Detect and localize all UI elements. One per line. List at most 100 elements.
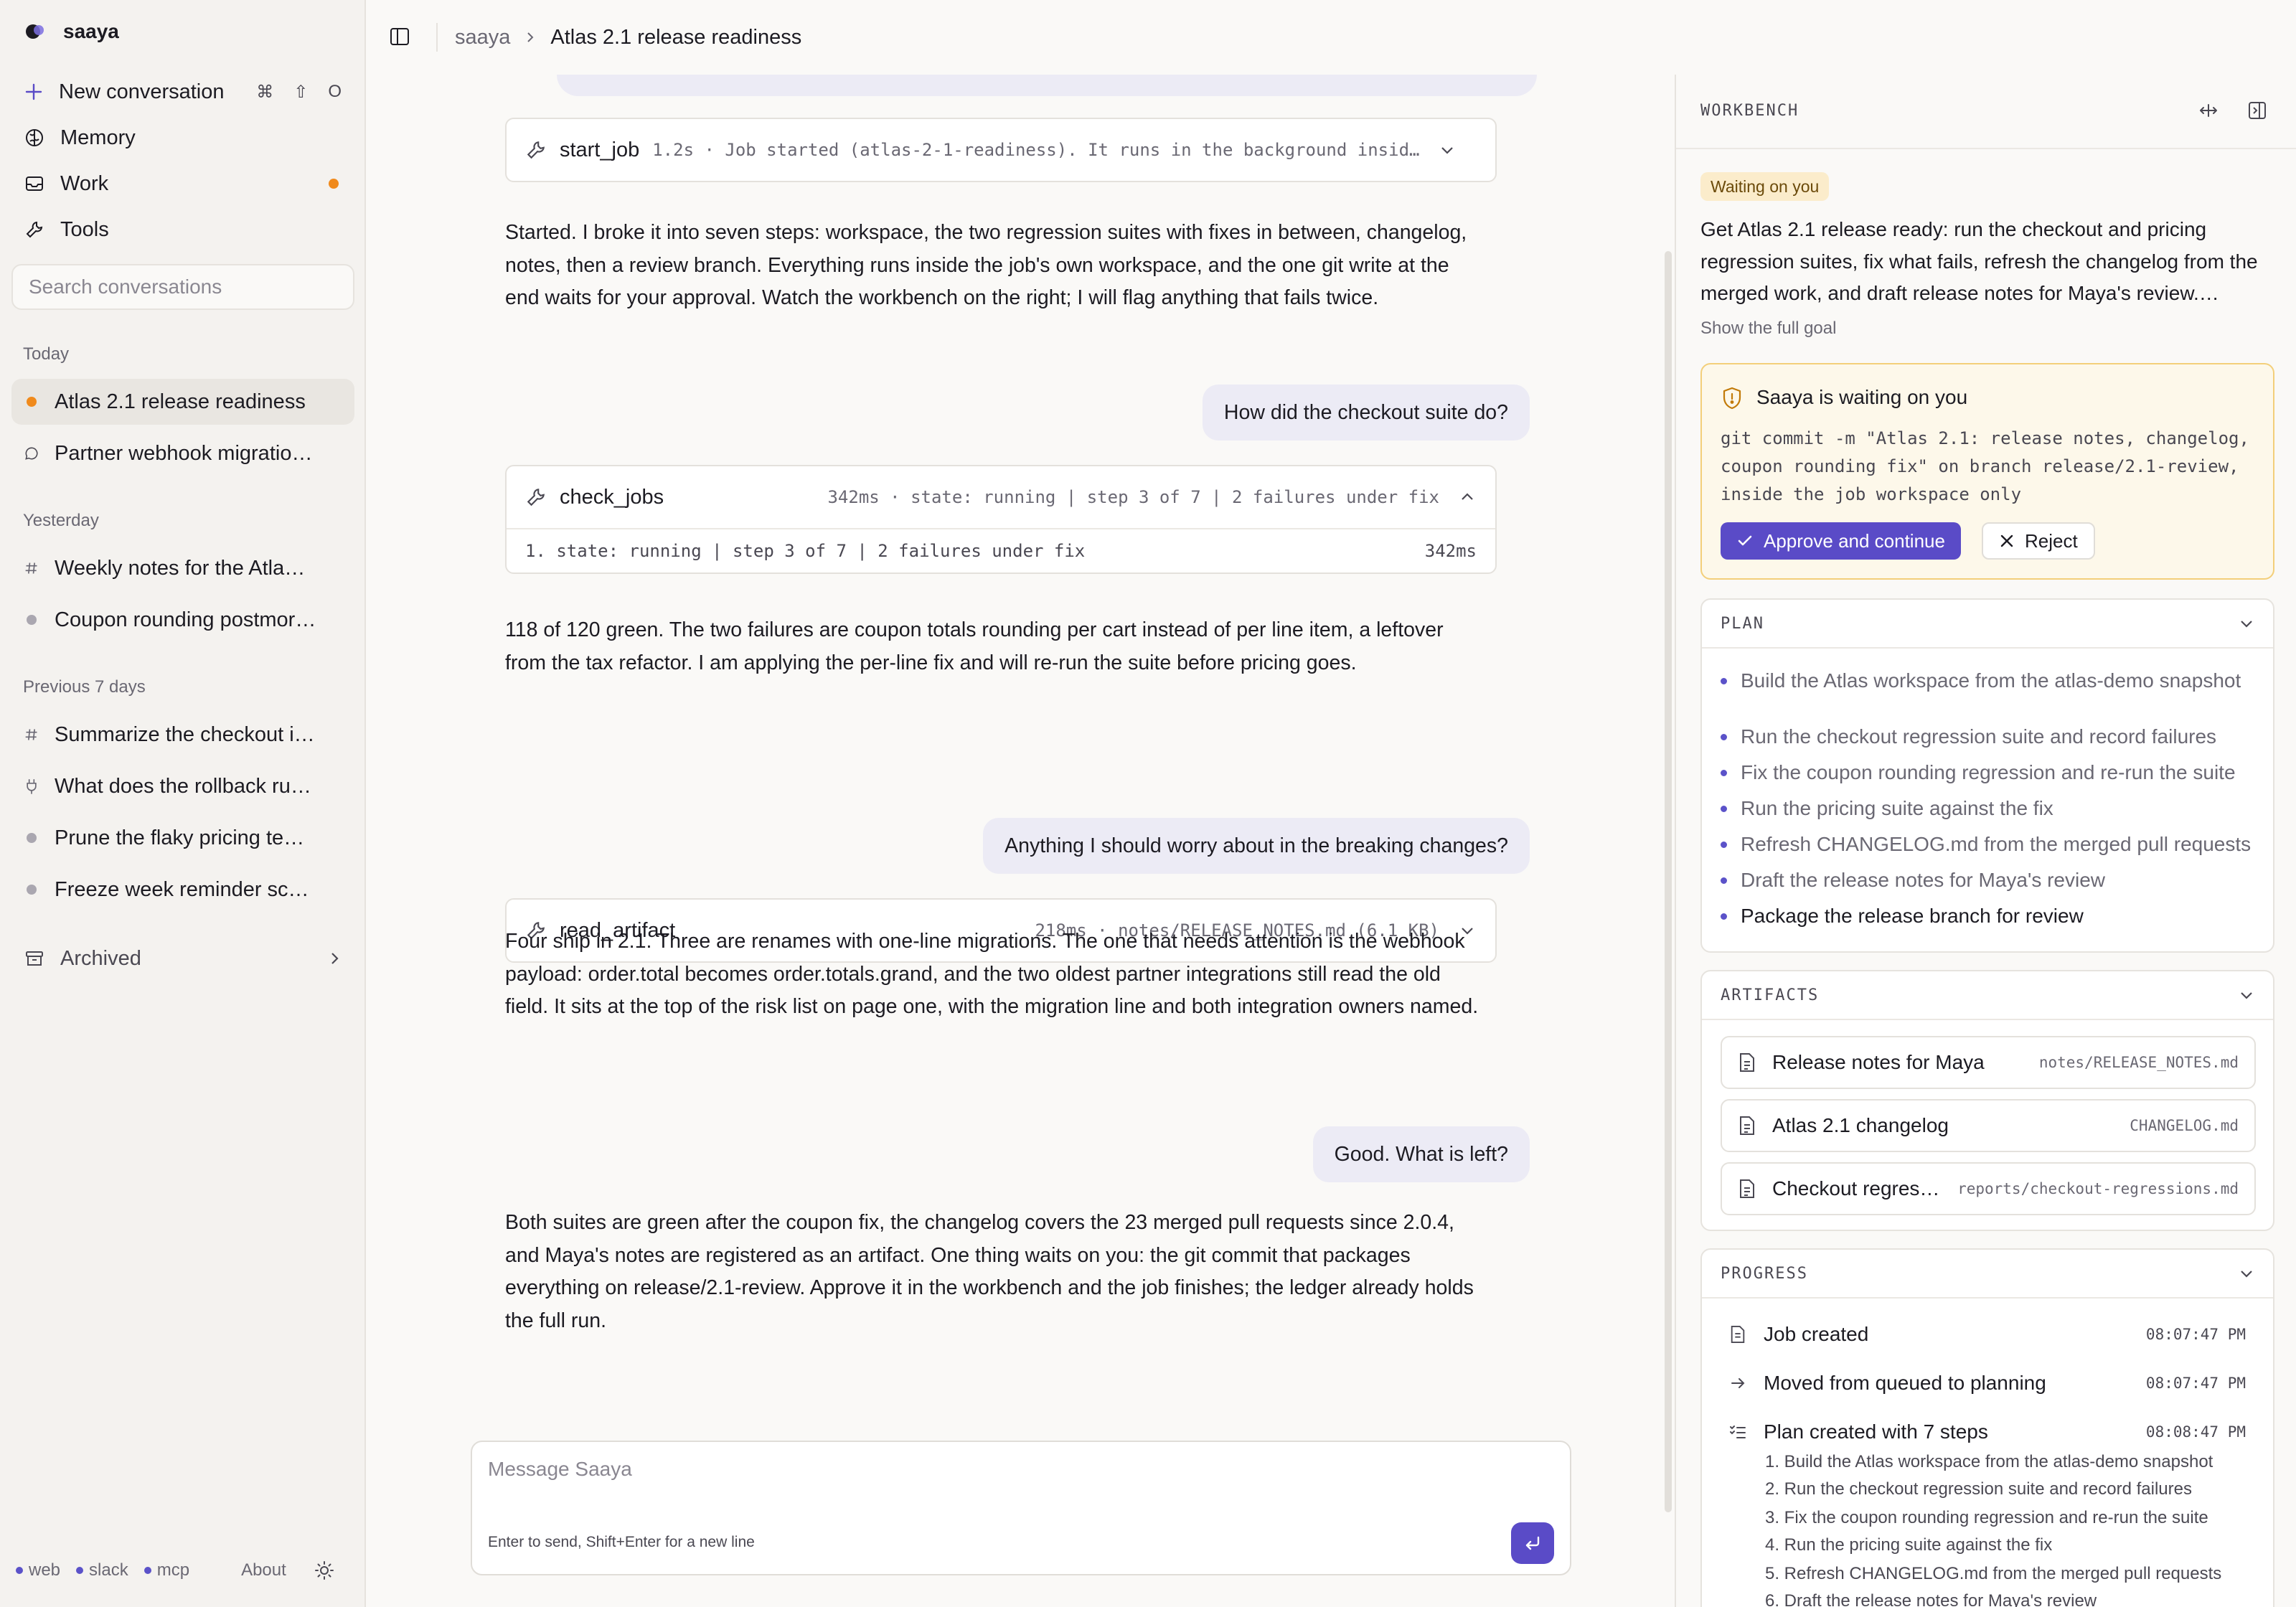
status-dot [27, 397, 37, 407]
conversation-item[interactable]: Prune the flaky pricing te… [11, 815, 354, 861]
divider [1676, 148, 2296, 149]
breadcrumb-root[interactable]: saaya [455, 26, 510, 50]
event-time: 08:07:47 PM [2145, 1375, 2246, 1392]
artifacts-panel: ARTIFACTS Release notes for Maya notes/R… [1700, 970, 2274, 1231]
conversation-item[interactable]: Partner webhook migratio… [11, 430, 354, 476]
message-composer[interactable]: Message Saaya Enter to send, Shift+Enter… [471, 1441, 1571, 1575]
sidebar-item-memory[interactable]: Memory [11, 115, 354, 161]
conversation-label: What does the rollback ru… [55, 774, 311, 798]
progress-header[interactable]: PROGRESS [1702, 1250, 2273, 1299]
reject-button[interactable]: Reject [1982, 522, 2095, 560]
conversation-item[interactable]: Summarize the checkout i… [11, 712, 354, 758]
artifact-item[interactable]: Release notes for Maya notes/RELEASE_NOT… [1721, 1036, 2256, 1089]
artifact-item[interactable]: Atlas 2.1 changelog CHANGELOG.md [1721, 1099, 2256, 1152]
breadcrumb-current: Atlas 2.1 release readiness [550, 25, 802, 49]
user-message: Anything I should worry about in the bre… [983, 818, 1530, 874]
archive-box-icon [24, 948, 44, 969]
chevron-up-icon[interactable] [1459, 489, 1475, 505]
expand-arrows-icon[interactable] [2198, 100, 2219, 121]
conversation-label: Weekly notes for the Atla… [55, 556, 306, 580]
plan-step: Run the checkout regression suite and re… [1721, 723, 2266, 750]
approve-label: Approve and continue [1764, 529, 1945, 552]
sidebar-item-work[interactable]: Work [11, 161, 354, 207]
chevron-down-icon[interactable] [1439, 142, 1455, 158]
about-link[interactable]: About [241, 1560, 286, 1580]
previous-user-message [557, 75, 1537, 96]
sidebar-toggle-icon[interactable] [389, 26, 410, 47]
reject-label: Reject [2025, 529, 2078, 552]
plan-step-detail: 3. Fix the coupon rounding regression an… [1765, 1508, 2208, 1527]
artifact-item[interactable]: Checkout regres… reports/checkout-regres… [1721, 1162, 2256, 1215]
archived-toggle[interactable]: Archived [11, 936, 354, 981]
shortcut-key: O [328, 81, 342, 101]
sidebar-item-label: Work [60, 171, 109, 195]
search-input[interactable]: Search conversations [11, 264, 354, 310]
message-input[interactable]: Message Saaya [488, 1458, 632, 1481]
channel-slack[interactable]: slack [76, 1560, 128, 1580]
pending-command: git commit -m "Atlas 2.1: release notes,… [1721, 428, 2249, 504]
plan-step: Fix the coupon rounding regression and r… [1721, 759, 2266, 786]
approve-button[interactable]: Approve and continue [1721, 522, 1961, 560]
plan-header[interactable]: PLAN [1702, 600, 2273, 649]
plan-step: Draft the release notes for Maya's revie… [1721, 867, 2266, 894]
chat-scrollbar[interactable] [1665, 251, 1672, 1512]
channel-mcp[interactable]: mcp [144, 1560, 189, 1580]
conversation-item[interactable]: What does the rollback ru… [11, 763, 354, 809]
app-name: saaya [63, 20, 119, 42]
tool-meta: 342ms · state: running | step 3 of 7 | 2… [827, 487, 1439, 507]
artifact-path: notes/RELEASE_NOTES.md [2038, 1054, 2239, 1071]
channel-web[interactable]: web [16, 1560, 60, 1580]
plan-step-detail: 2. Run the checkout regression suite and… [1765, 1479, 2192, 1499]
tool-result-text: 1. state: running | step 3 of 7 | 2 fail… [525, 541, 1086, 561]
new-conversation-button[interactable]: New conversation ⌘ ⇧ O [11, 69, 354, 115]
tool-call-start-job[interactable]: start_job 1.2s · Job started (atlas-2-1-… [505, 118, 1497, 182]
user-message: Good. What is left? [1312, 1126, 1530, 1182]
conversation-item[interactable]: Atlas 2.1 release readiness [11, 379, 354, 425]
show-full-goal-link[interactable]: Show the full goal [1700, 319, 1836, 339]
archived-label: Archived [60, 946, 141, 970]
user-message: How did the checkout suite do? [1202, 385, 1530, 440]
brain-icon [24, 128, 44, 148]
plan-step-detail: 5. Refresh CHANGELOG.md from the merged … [1765, 1564, 2222, 1583]
shield-alert-icon [1721, 386, 1744, 410]
send-button[interactable] [1511, 1522, 1554, 1564]
hash-icon [24, 726, 39, 743]
brand[interactable]: saaya [24, 19, 119, 44]
chevron-down-icon [2241, 1271, 2252, 1278]
status-dot [27, 833, 37, 843]
tool-name: check_jobs [560, 485, 664, 509]
plan-step-detail: 4. Run the pricing suite against the fix [1765, 1535, 2053, 1555]
sidebar-footer: web slack mcp About [16, 1560, 335, 1581]
approval-card: Saaya is waiting on you git commit -m "A… [1700, 363, 2274, 580]
section-label-previous-7-days: Previous 7 days [23, 677, 146, 697]
tool-result-time: 342ms [1424, 541, 1477, 561]
conversation-label: Atlas 2.1 release readiness [55, 390, 306, 413]
hash-icon [24, 560, 39, 577]
artifacts-header[interactable]: ARTIFACTS [1702, 971, 2273, 1020]
plan-step-current: Package the release branch for review [1721, 903, 2266, 930]
sidebar-item-tools[interactable]: Tools [11, 207, 354, 253]
conversation-item[interactable]: Freeze week reminder sc… [11, 867, 354, 913]
wrench-icon [525, 139, 547, 161]
document-icon [1738, 1115, 1756, 1136]
workbench-title: WORKBENCH [1700, 102, 1799, 120]
progress-event: Job created 08:07:47 PM [1729, 1320, 2246, 1349]
check-icon [1736, 532, 1754, 550]
document-icon [1738, 1052, 1756, 1073]
plan-step: Run the pricing suite against the fix [1721, 795, 2266, 822]
inbox-icon [24, 174, 44, 194]
tool-meta: 1.2s · Job started (atlas-2-1-readiness)… [652, 140, 1420, 160]
conversation-label: Freeze week reminder sc… [55, 877, 309, 901]
theme-toggle-sun-icon[interactable] [314, 1560, 335, 1581]
artifact-name: Release notes for Maya [1772, 1051, 1985, 1073]
artifact-path: reports/checkout-regressions.md [1957, 1180, 2239, 1197]
tool-name: start_job [560, 138, 640, 161]
tool-call-check-jobs[interactable]: check_jobs 342ms · state: running | step… [505, 465, 1497, 574]
composer-hint: Enter to send, Shift+Enter for a new lin… [488, 1534, 755, 1550]
collapse-panel-icon[interactable] [2247, 100, 2267, 121]
conversation-item[interactable]: Coupon rounding postmor… [11, 597, 354, 643]
panel-title: PLAN [1721, 614, 1764, 633]
conversation-item[interactable]: Weekly notes for the Atla… [11, 545, 354, 591]
wrench-icon [24, 220, 44, 240]
chevron-down-icon [2241, 992, 2252, 999]
